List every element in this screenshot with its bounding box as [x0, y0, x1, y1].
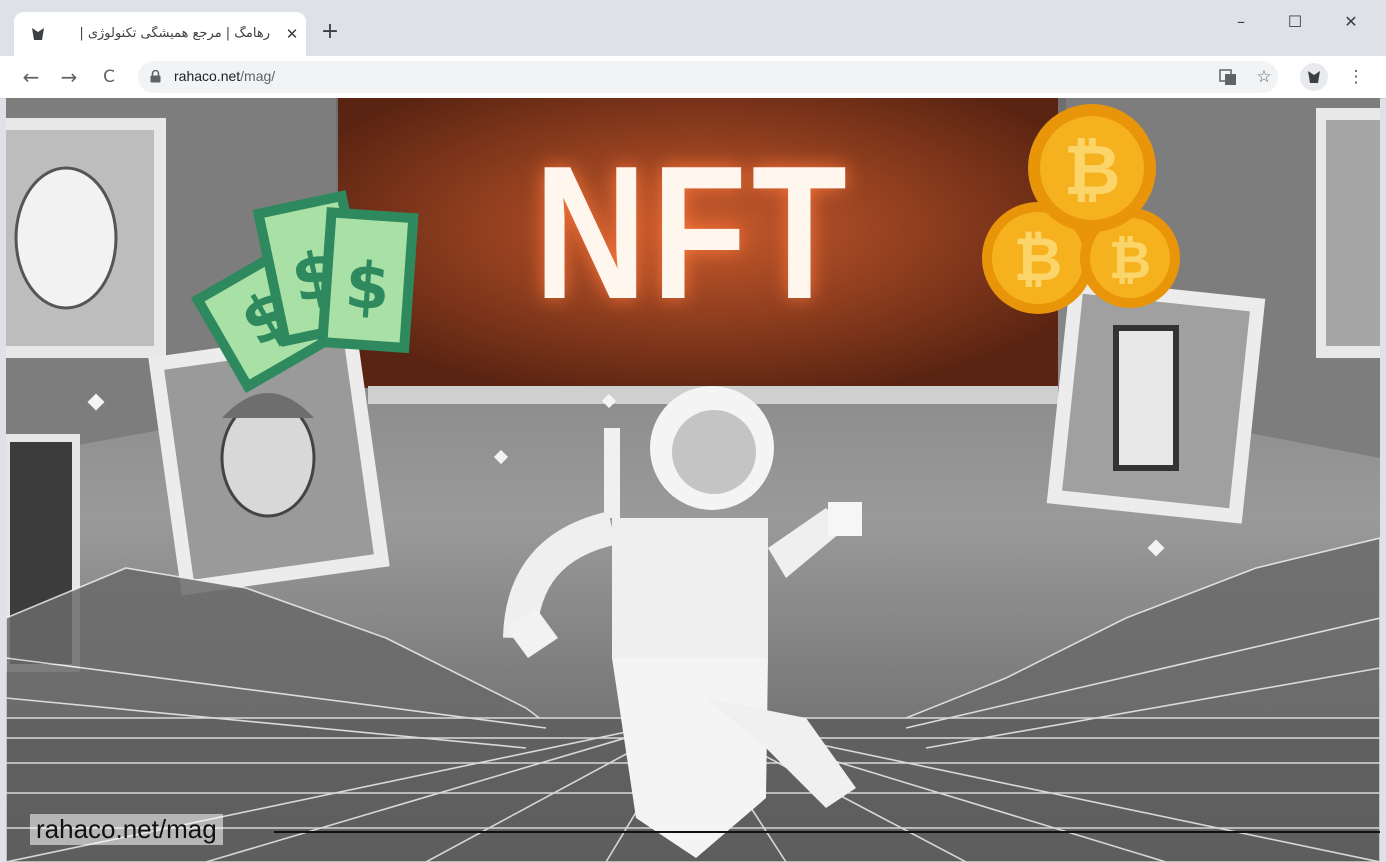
watermark-caption: rahaco.net/mag — [30, 814, 223, 845]
minimize-button[interactable]: – — [1218, 8, 1264, 36]
forward-button[interactable]: → — [56, 64, 82, 90]
browser-toolbar: ← → C rahaco.net/mag/ ☆ ⋮ — [0, 56, 1386, 99]
address-bar[interactable]: rahaco.net/mag/ — [138, 61, 1278, 93]
lock-icon — [150, 70, 161, 83]
reload-button[interactable]: C — [96, 64, 122, 90]
caption-divider — [274, 831, 1380, 833]
page-content: $ $ $ ₿ ₿ ₿ NFT rahaco.net/mag — [6, 98, 1380, 862]
tab-close-icon[interactable]: ✕ — [282, 24, 302, 44]
back-button[interactable]: ← — [18, 64, 44, 90]
close-window-button[interactable]: ✕ — [1328, 8, 1374, 36]
new-tab-button[interactable]: + — [318, 20, 342, 44]
profile-icon — [1308, 71, 1320, 83]
bookmark-star-icon[interactable]: ☆ — [1252, 65, 1276, 89]
translate-icon[interactable] — [1216, 65, 1240, 89]
menu-dots-icon[interactable]: ⋮ — [1344, 65, 1368, 89]
tab-title: رهامگ | مرجع همیشگی تکنولوژی | — [79, 26, 270, 41]
maximize-button[interactable]: ☐ — [1272, 8, 1318, 36]
site-favicon-icon — [32, 28, 44, 40]
url-host: rahaco.net — [174, 68, 241, 84]
url-path: /mag/ — [240, 68, 276, 84]
nft-hero-title: NFT — [534, 127, 852, 339]
tab-strip: رهامگ | مرجع همیشگی تکنولوژی | ✕ + – ☐ ✕ — [0, 0, 1386, 56]
url-text: rahaco.net/mag/ — [174, 68, 275, 84]
artwork-frame-right-top — [1316, 108, 1380, 358]
browser-tab[interactable]: رهامگ | مرجع همیشگی تکنولوژی | ✕ — [14, 12, 306, 56]
profile-avatar[interactable] — [1300, 63, 1328, 91]
